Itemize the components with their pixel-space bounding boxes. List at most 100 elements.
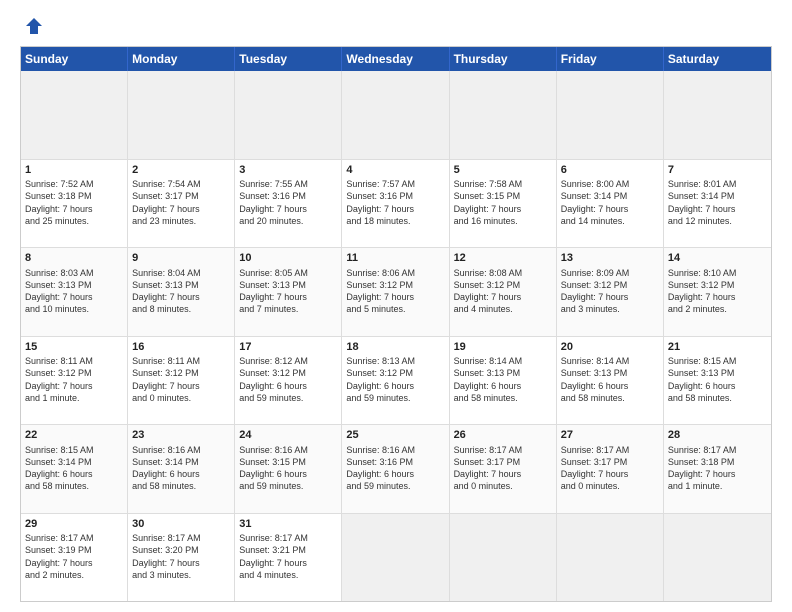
- calendar-cell: 27 Sunrise: 8:17 AM Sunset: 3:17 PM Dayli…: [557, 425, 664, 513]
- calendar-cell: [21, 71, 128, 159]
- day-info: Sunrise: 8:01 AM Sunset: 3:14 PM Dayligh…: [668, 179, 737, 225]
- calendar-cell: 19Sunrise: 8:14 AM Sunset: 3:13 PM Dayli…: [450, 337, 557, 425]
- day-number: 14: [668, 251, 767, 266]
- calendar-cell: [557, 71, 664, 159]
- day-info: Sunrise: 8:05 AM Sunset: 3:13 PM Dayligh…: [239, 268, 308, 314]
- day-info: Sunrise: 8:16 AM Sunset: 3:16 PM Dayligh…: [346, 445, 415, 491]
- calendar-cell: [342, 71, 449, 159]
- day-info: Sunrise: 8:14 AM Sunset: 3:13 PM Dayligh…: [561, 356, 630, 402]
- calendar-cell: 13 Sunrise: 8:09 AM Sunset: 3:12 PM Dayli…: [557, 248, 664, 336]
- day-info: Sunrise: 8:16 AM Sunset: 3:14 PM Dayligh…: [132, 445, 201, 491]
- day-info: Sunrise: 8:14 AM Sunset: 3:13 PM Dayligh…: [454, 356, 523, 402]
- calendar-cell: 8 Sunrise: 8:03 AM Sunset: 3:13 PM Daylig…: [21, 248, 128, 336]
- day-number: 27: [561, 428, 659, 443]
- day-number: 15: [25, 340, 123, 355]
- day-number: 20: [561, 340, 659, 355]
- calendar-cell: 1Sunrise: 7:52 AM Sunset: 3:18 PM Daylig…: [21, 160, 128, 248]
- day-info: Sunrise: 8:16 AM Sunset: 3:15 PM Dayligh…: [239, 445, 308, 491]
- day-info: Sunrise: 8:15 AM Sunset: 3:14 PM Dayligh…: [25, 445, 94, 491]
- calendar-cell: 22 Sunrise: 8:15 AM Sunset: 3:14 PM Dayli…: [21, 425, 128, 513]
- day-number: 19: [454, 340, 552, 355]
- day-info: Sunrise: 8:17 AM Sunset: 3:19 PM Dayligh…: [25, 533, 94, 579]
- calendar-cell: [128, 71, 235, 159]
- day-number: 3: [239, 163, 337, 178]
- calendar-cell: 24Sunrise: 8:16 AM Sunset: 3:15 PM Dayli…: [235, 425, 342, 513]
- day-number: 9: [132, 251, 230, 266]
- day-info: Sunrise: 8:09 AM Sunset: 3:12 PM Dayligh…: [561, 268, 630, 314]
- day-number: 17: [239, 340, 337, 355]
- calendar-cell: 7Sunrise: 8:01 AM Sunset: 3:14 PM Daylig…: [664, 160, 771, 248]
- calendar-body: 1Sunrise: 7:52 AM Sunset: 3:18 PM Daylig…: [21, 71, 771, 601]
- day-number: 8: [25, 251, 123, 266]
- calendar-row-2: 8 Sunrise: 8:03 AM Sunset: 3:13 PM Daylig…: [21, 247, 771, 336]
- calendar-row-3: 15Sunrise: 8:11 AM Sunset: 3:12 PM Dayli…: [21, 336, 771, 425]
- day-number: 11: [346, 251, 444, 266]
- day-number: 28: [668, 428, 767, 443]
- header-day-tuesday: Tuesday: [235, 47, 342, 71]
- day-info: Sunrise: 7:58 AM Sunset: 3:15 PM Dayligh…: [454, 179, 523, 225]
- logo: [20, 16, 44, 36]
- calendar-cell: 10 Sunrise: 8:05 AM Sunset: 3:13 PM Dayli…: [235, 248, 342, 336]
- day-info: Sunrise: 8:17 AM Sunset: 3:20 PM Dayligh…: [132, 533, 201, 579]
- day-number: 10: [239, 251, 337, 266]
- calendar-row-0: [21, 71, 771, 159]
- calendar-cell: 16Sunrise: 8:11 AM Sunset: 3:12 PM Dayli…: [128, 337, 235, 425]
- day-number: 30: [132, 517, 230, 532]
- day-number: 22: [25, 428, 123, 443]
- calendar-cell: 12Sunrise: 8:08 AM Sunset: 3:12 PM Dayli…: [450, 248, 557, 336]
- day-info: Sunrise: 8:15 AM Sunset: 3:13 PM Dayligh…: [668, 356, 737, 402]
- calendar-header: SundayMondayTuesdayWednesdayThursdayFrid…: [21, 47, 771, 71]
- calendar-cell: 29Sunrise: 8:17 AM Sunset: 3:19 PM Dayli…: [21, 514, 128, 602]
- day-info: Sunrise: 8:11 AM Sunset: 3:12 PM Dayligh…: [25, 356, 93, 402]
- calendar-cell: 6Sunrise: 8:00 AM Sunset: 3:14 PM Daylig…: [557, 160, 664, 248]
- day-info: Sunrise: 7:57 AM Sunset: 3:16 PM Dayligh…: [346, 179, 415, 225]
- calendar-cell: 9 Sunrise: 8:04 AM Sunset: 3:13 PM Daylig…: [128, 248, 235, 336]
- day-number: 31: [239, 517, 337, 532]
- calendar-cell: [450, 514, 557, 602]
- day-info: Sunrise: 8:17 AM Sunset: 3:17 PM Dayligh…: [561, 445, 630, 491]
- calendar: SundayMondayTuesdayWednesdayThursdayFrid…: [20, 46, 772, 602]
- calendar-cell: 31Sunrise: 8:17 AM Sunset: 3:21 PM Dayli…: [235, 514, 342, 602]
- day-number: 23: [132, 428, 230, 443]
- calendar-row-4: 22 Sunrise: 8:15 AM Sunset: 3:14 PM Dayli…: [21, 424, 771, 513]
- day-number: 2: [132, 163, 230, 178]
- calendar-cell: 18Sunrise: 8:13 AM Sunset: 3:12 PM Dayli…: [342, 337, 449, 425]
- calendar-cell: 4Sunrise: 7:57 AM Sunset: 3:16 PM Daylig…: [342, 160, 449, 248]
- header-day-monday: Monday: [128, 47, 235, 71]
- calendar-cell: 21Sunrise: 8:15 AM Sunset: 3:13 PM Dayli…: [664, 337, 771, 425]
- calendar-cell: [235, 71, 342, 159]
- header-day-saturday: Saturday: [664, 47, 771, 71]
- day-info: Sunrise: 7:54 AM Sunset: 3:17 PM Dayligh…: [132, 179, 201, 225]
- day-info: Sunrise: 8:04 AM Sunset: 3:13 PM Dayligh…: [132, 268, 201, 314]
- calendar-cell: [342, 514, 449, 602]
- day-info: Sunrise: 7:52 AM Sunset: 3:18 PM Dayligh…: [25, 179, 94, 225]
- calendar-row-1: 1Sunrise: 7:52 AM Sunset: 3:18 PM Daylig…: [21, 159, 771, 248]
- header-day-thursday: Thursday: [450, 47, 557, 71]
- day-info: Sunrise: 8:10 AM Sunset: 3:12 PM Dayligh…: [668, 268, 737, 314]
- calendar-cell: 23 Sunrise: 8:16 AM Sunset: 3:14 PM Dayli…: [128, 425, 235, 513]
- day-number: 13: [561, 251, 659, 266]
- day-info: Sunrise: 7:55 AM Sunset: 3:16 PM Dayligh…: [239, 179, 308, 225]
- page: SundayMondayTuesdayWednesdayThursdayFrid…: [0, 0, 792, 612]
- calendar-cell: [664, 71, 771, 159]
- day-number: 29: [25, 517, 123, 532]
- day-info: Sunrise: 8:17 AM Sunset: 3:18 PM Dayligh…: [668, 445, 737, 491]
- day-info: Sunrise: 8:17 AM Sunset: 3:17 PM Dayligh…: [454, 445, 523, 491]
- day-info: Sunrise: 8:12 AM Sunset: 3:12 PM Dayligh…: [239, 356, 308, 402]
- logo-icon: [24, 16, 44, 36]
- day-info: Sunrise: 8:00 AM Sunset: 3:14 PM Dayligh…: [561, 179, 630, 225]
- calendar-cell: 17Sunrise: 8:12 AM Sunset: 3:12 PM Dayli…: [235, 337, 342, 425]
- day-number: 4: [346, 163, 444, 178]
- calendar-cell: 3Sunrise: 7:55 AM Sunset: 3:16 PM Daylig…: [235, 160, 342, 248]
- day-info: Sunrise: 8:03 AM Sunset: 3:13 PM Dayligh…: [25, 268, 94, 314]
- calendar-cell: 15Sunrise: 8:11 AM Sunset: 3:12 PM Dayli…: [21, 337, 128, 425]
- day-number: 16: [132, 340, 230, 355]
- day-number: 25: [346, 428, 444, 443]
- calendar-row-5: 29Sunrise: 8:17 AM Sunset: 3:19 PM Dayli…: [21, 513, 771, 602]
- header: [20, 16, 772, 36]
- calendar-cell: 28 Sunrise: 8:17 AM Sunset: 3:18 PM Dayli…: [664, 425, 771, 513]
- day-number: 12: [454, 251, 552, 266]
- calendar-cell: 5Sunrise: 7:58 AM Sunset: 3:15 PM Daylig…: [450, 160, 557, 248]
- day-number: 6: [561, 163, 659, 178]
- header-day-friday: Friday: [557, 47, 664, 71]
